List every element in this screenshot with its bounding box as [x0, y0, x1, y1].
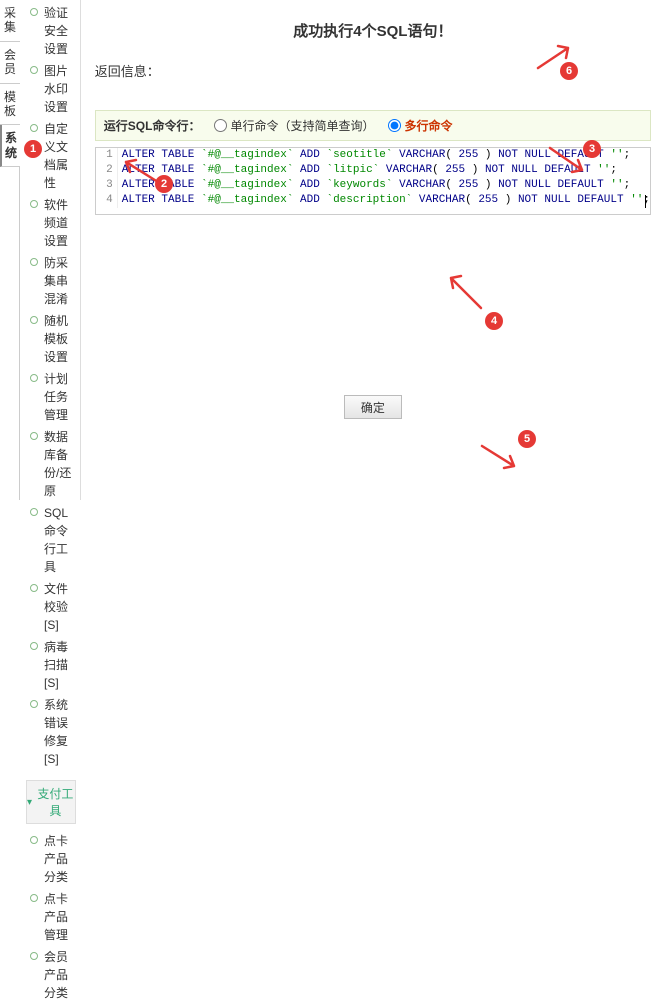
radio-single-input[interactable] — [214, 119, 227, 132]
chevron-down-icon: ▾ — [27, 797, 32, 808]
sidebar-item[interactable]: 随机模板设置 — [26, 310, 76, 368]
bullet-icon — [30, 374, 38, 382]
sidebar-item[interactable]: 图片水印设置 — [26, 60, 76, 118]
radio-single-label: 单行命令（支持简单查询） — [230, 117, 374, 134]
sidebar-item[interactable]: 防采集串混淆 — [26, 252, 76, 310]
sidebar-item[interactable]: 点卡产品管理 — [26, 888, 76, 946]
bullet-icon — [30, 316, 38, 324]
ok-button[interactable]: 确定 — [344, 395, 402, 419]
sidebar-section-label: 支付工具 — [36, 785, 75, 819]
line-number: 1 — [96, 148, 118, 163]
bullet-icon — [30, 200, 38, 208]
bullet-icon — [30, 642, 38, 650]
bullet-icon — [30, 258, 38, 266]
code-line: ALTER TABLE `#@__tagindex` ADD `litpic` … — [118, 163, 617, 178]
bullet-icon — [30, 584, 38, 592]
text-cursor — [645, 195, 646, 208]
sidebar-item[interactable]: 软件频道设置 — [26, 194, 76, 252]
line-number: 4 — [96, 193, 118, 208]
bullet-icon — [30, 952, 38, 960]
code-line: ALTER TABLE `#@__tagindex` ADD `seotitle… — [118, 148, 630, 163]
line-number: 2 — [96, 163, 118, 178]
bullet-icon — [30, 66, 38, 74]
vtab-member[interactable]: 会员 — [0, 42, 20, 84]
code-line: ALTER TABLE `#@__tagindex` ADD `keywords… — [118, 178, 630, 193]
bullet-icon — [30, 836, 38, 844]
sidebar-section-pay[interactable]: ▾ 支付工具 — [26, 780, 76, 824]
sidebar-item[interactable]: 自定义文档属性 — [26, 118, 76, 194]
bullet-icon — [30, 432, 38, 440]
sidebar-item[interactable]: 病毒扫描[S] — [26, 636, 76, 694]
sidebar-item[interactable]: 数据库备份/还原 — [26, 426, 76, 502]
sidebar-item[interactable]: 验证安全设置 — [26, 2, 76, 60]
vtab-collect[interactable]: 采集 — [0, 0, 20, 42]
radio-multi-label: 多行命令 — [404, 117, 452, 134]
bullet-icon — [30, 894, 38, 902]
vtab-system[interactable]: 系统 — [0, 125, 20, 167]
sql-mode-bar: 运行SQL命令行： 单行命令（支持简单查询） 多行命令 — [95, 110, 651, 141]
bullet-icon — [30, 124, 38, 132]
main-content: 成功执行4个SQL语句！ 返回信息： 运行SQL命令行： 单行命令（支持简单查询… — [81, 0, 665, 500]
vtab-template[interactable]: 模板 — [0, 84, 20, 126]
vertical-tab-strip: 采集 会员 模板 系统 — [0, 0, 20, 500]
sidebar-item-sql-tool[interactable]: SQL命令行工具 — [26, 502, 76, 578]
sql-code-editor[interactable]: 1ALTER TABLE `#@__tagindex` ADD `seotitl… — [95, 147, 651, 215]
bullet-icon — [30, 700, 38, 708]
line-number: 3 — [96, 178, 118, 193]
sidebar: 验证安全设置 图片水印设置 自定义文档属性 软件频道设置 防采集串混淆 随机模板… — [20, 0, 81, 500]
sidebar-item[interactable]: 计划任务管理 — [26, 368, 76, 426]
bullet-icon — [30, 508, 38, 516]
code-line: ALTER TABLE `#@__tagindex` ADD `descript… — [118, 193, 650, 208]
bullet-icon — [30, 8, 38, 16]
sidebar-item[interactable]: 文件校验[S] — [26, 578, 76, 636]
sidebar-item[interactable]: 系统错误修复[S] — [26, 694, 76, 770]
sidebar-item[interactable]: 会员产品分类 — [26, 946, 76, 1000]
success-message: 成功执行4个SQL语句！ — [95, 20, 651, 41]
sidebar-item[interactable]: 点卡产品分类 — [26, 830, 76, 888]
sql-bar-title: 运行SQL命令行： — [104, 117, 201, 134]
radio-multi-line[interactable]: 多行命令 — [388, 117, 452, 134]
radio-multi-input[interactable] — [388, 119, 401, 132]
radio-single-line[interactable]: 单行命令（支持简单查询） — [214, 117, 374, 134]
return-info-label: 返回信息： — [95, 61, 651, 80]
